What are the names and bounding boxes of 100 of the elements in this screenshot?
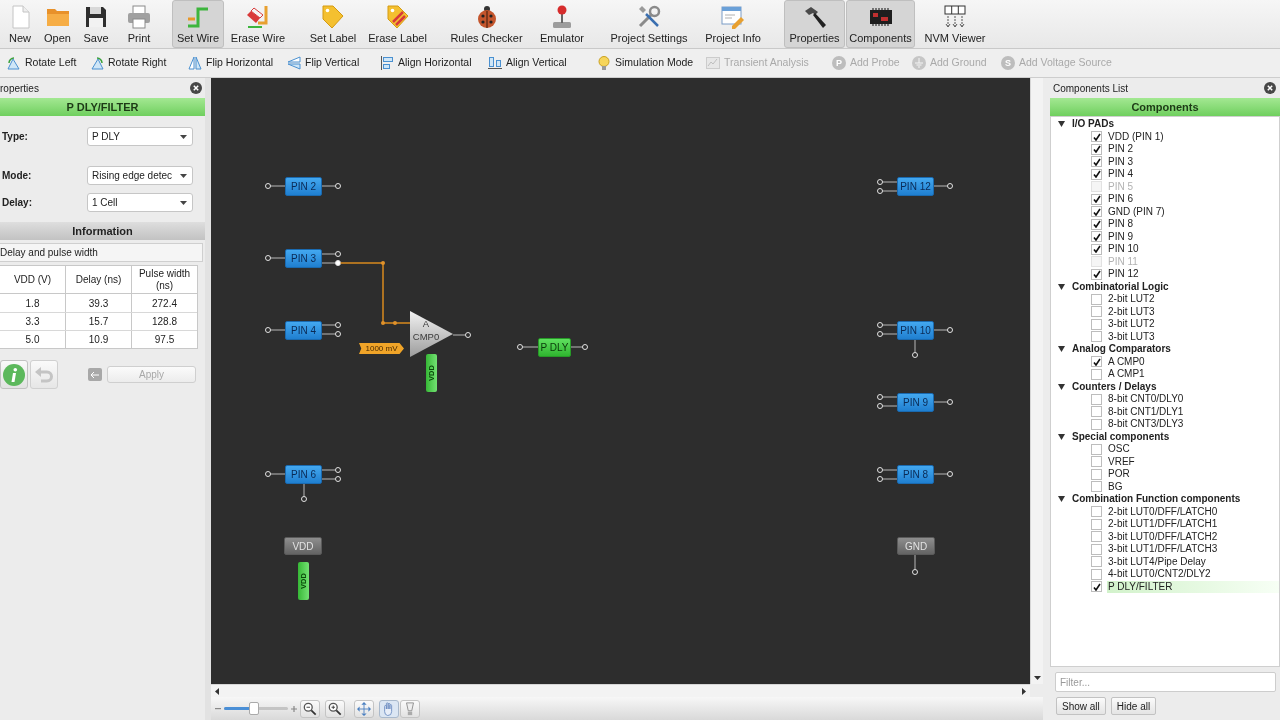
- checkbox[interactable]: [1091, 218, 1102, 230]
- arrow-square-icon[interactable]: [88, 368, 102, 381]
- vertical-scrollbar[interactable]: [1030, 78, 1043, 684]
- checkbox[interactable]: [1091, 543, 1102, 555]
- checkbox[interactable]: [1091, 206, 1102, 218]
- tree-group-label[interactable]: I/O PADs: [1072, 118, 1115, 131]
- tree-group-label[interactable]: Combinatorial Logic: [1072, 280, 1169, 293]
- toolbar-button[interactable]: Align Vertical: [488, 52, 570, 74]
- panel-button[interactable]: Show all: [1056, 697, 1106, 715]
- caret-down-icon[interactable]: [1058, 433, 1065, 440]
- checkbox[interactable]: [1091, 331, 1102, 343]
- info-button[interactable]: [0, 360, 28, 389]
- caret-down-icon[interactable]: [1058, 346, 1065, 353]
- tree-item[interactable]: PIN 4: [1107, 168, 1279, 181]
- checkbox[interactable]: [1091, 156, 1102, 168]
- tree-group-label[interactable]: Counters / Delays: [1072, 380, 1157, 393]
- checkbox[interactable]: [1091, 368, 1102, 380]
- toolbar-button[interactable]: Print: [120, 0, 158, 48]
- tree-item[interactable]: 3-bit LUT1/DFF/LATCH3: [1107, 543, 1279, 556]
- toolbar-button[interactable]: Project Settings: [606, 0, 692, 48]
- checkbox[interactable]: [1091, 481, 1102, 493]
- tree-item[interactable]: 2-bit LUT1/DFF/LATCH1: [1107, 518, 1279, 531]
- tree-item[interactable]: 2-bit LUT3: [1107, 305, 1279, 318]
- tree-item[interactable]: 3-bit LUT0/DFF/LATCH2: [1107, 530, 1279, 543]
- checkbox[interactable]: [1091, 456, 1102, 468]
- tree-item[interactable]: 4-bit LUT0/CNT2/DLY2: [1107, 568, 1279, 581]
- checkbox[interactable]: [1091, 468, 1102, 480]
- checkbox[interactable]: [1091, 131, 1102, 143]
- tree-item[interactable]: GND (PIN 7): [1107, 205, 1279, 218]
- checkbox[interactable]: [1091, 306, 1102, 318]
- caret-down-icon[interactable]: [1058, 496, 1065, 503]
- toolbar-button[interactable]: Set Label: [305, 0, 361, 48]
- zoom-tool-button[interactable]: [325, 699, 345, 718]
- checkbox[interactable]: [1091, 243, 1102, 255]
- tree-item[interactable]: 2-bit LUT2: [1107, 293, 1279, 306]
- toolbar-button[interactable]: Flip Horizontal: [188, 52, 276, 74]
- checkbox[interactable]: [1091, 193, 1102, 205]
- zoom-tool-button[interactable]: [300, 699, 320, 718]
- horizontal-scrollbar[interactable]: [211, 684, 1030, 697]
- tree-item[interactable]: 3-bit LUT4/Pipe Delay: [1107, 555, 1279, 568]
- toolbar-button[interactable]: Flip Vertical: [287, 52, 364, 74]
- toolbar-button[interactable]: Properties: [784, 0, 845, 48]
- toolbar-button[interactable]: Emulator: [532, 0, 592, 48]
- checkbox[interactable]: [1091, 393, 1102, 405]
- tree-item[interactable]: PIN 9: [1107, 230, 1279, 243]
- toolbar-button[interactable]: Simulation Mode: [597, 52, 696, 74]
- toolbar-button[interactable]: Components: [846, 0, 915, 48]
- toolbar-button[interactable]: Rotate Right: [90, 52, 170, 74]
- tree-group-label[interactable]: Analog Comparators: [1072, 343, 1171, 356]
- tree-item[interactable]: 8-bit CNT1/DLY1: [1107, 405, 1279, 418]
- tree-group-label[interactable]: Combination Function components: [1072, 493, 1241, 506]
- tree-item[interactable]: PIN 6: [1107, 193, 1279, 206]
- tree-item[interactable]: PIN 12: [1107, 268, 1279, 281]
- caret-down-icon[interactable]: [1058, 383, 1065, 390]
- checkbox[interactable]: [1091, 143, 1102, 155]
- tree-item[interactable]: PIN 8: [1107, 218, 1279, 231]
- checkbox[interactable]: [1091, 293, 1102, 305]
- tree-item[interactable]: 3-bit LUT3: [1107, 330, 1279, 343]
- close-icon[interactable]: [190, 82, 202, 94]
- toolbar-button[interactable]: Erase Label: [365, 0, 430, 48]
- toolbar-button[interactable]: New: [2, 0, 38, 48]
- tree-item[interactable]: 3-bit LUT2: [1107, 318, 1279, 331]
- toolbar-button[interactable]: Erase Wire: [228, 0, 288, 48]
- zoom-tool-button[interactable]: [354, 699, 374, 718]
- checkbox[interactable]: [1091, 231, 1102, 243]
- tree-item[interactable]: PIN 2: [1107, 143, 1279, 156]
- checkbox[interactable]: [1091, 168, 1102, 180]
- tree-item[interactable]: 8-bit CNT3/DLY3: [1107, 418, 1279, 431]
- tree-item[interactable]: VDD (PIN 1): [1107, 130, 1279, 143]
- checkbox[interactable]: [1091, 418, 1102, 430]
- tree-item[interactable]: OSC: [1107, 443, 1279, 456]
- toolbar-button[interactable]: Set Wire: [172, 0, 224, 48]
- checkbox[interactable]: [1091, 356, 1102, 368]
- checkbox[interactable]: [1091, 268, 1102, 280]
- tree-item[interactable]: A CMP0: [1107, 355, 1279, 368]
- dropdown[interactable]: 1 Cell: [87, 193, 193, 212]
- dropdown[interactable]: Rising edge detec: [87, 166, 193, 185]
- slider-thumb[interactable]: [249, 702, 260, 715]
- tree-item[interactable]: P DLY/FILTER: [1107, 580, 1279, 593]
- checkbox[interactable]: [1091, 581, 1102, 593]
- toolbar-button[interactable]: Save: [78, 0, 114, 48]
- toolbar-button[interactable]: NVM Viewer: [920, 0, 990, 48]
- tree-item[interactable]: PIN 10: [1107, 243, 1279, 256]
- toolbar-button[interactable]: Rotate Left: [7, 52, 80, 74]
- tree-item[interactable]: PIN 3: [1107, 155, 1279, 168]
- filter-field[interactable]: Filter...: [1055, 672, 1276, 692]
- tree-item[interactable]: A CMP1: [1107, 368, 1279, 381]
- checkbox[interactable]: [1091, 318, 1102, 330]
- toolbar-button[interactable]: Rules Checker: [448, 0, 525, 48]
- checkbox[interactable]: [1091, 531, 1102, 543]
- tree-item[interactable]: 8-bit CNT0/DLY0: [1107, 393, 1279, 406]
- panel-button[interactable]: Hide all: [1110, 697, 1157, 715]
- checkbox[interactable]: [1091, 506, 1102, 518]
- toolbar-button[interactable]: Align Horizontal: [380, 52, 476, 74]
- checkbox[interactable]: [1091, 518, 1102, 530]
- caret-down-icon[interactable]: [1058, 283, 1065, 290]
- checkbox[interactable]: [1091, 568, 1102, 580]
- tree-item[interactable]: POR: [1107, 468, 1279, 481]
- caret-down-icon[interactable]: [1058, 121, 1065, 128]
- tree-item[interactable]: BG: [1107, 480, 1279, 493]
